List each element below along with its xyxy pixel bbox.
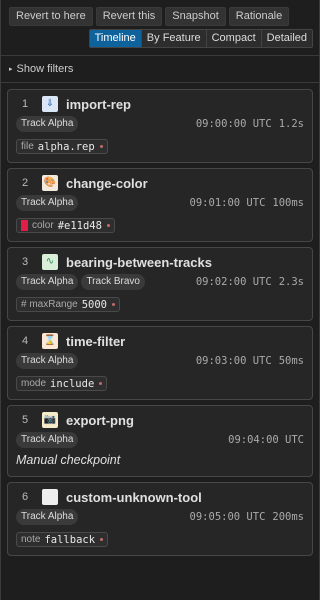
blank-icon bbox=[42, 489, 58, 505]
track-badge[interactable]: Track Alpha bbox=[16, 509, 79, 525]
step-card[interactable]: 5 📷 export-png Track Alpha 09:04:00 UTC … bbox=[7, 405, 313, 477]
step-header: 2 🎨 change-color bbox=[16, 169, 304, 193]
param-key: color bbox=[32, 220, 54, 231]
step-card[interactable]: 6 custom-unknown-tool Track Alpha 09:05:… bbox=[7, 482, 313, 556]
param-chip[interactable]: # maxRange 5000 bbox=[16, 297, 120, 312]
show-filters-label: Show filters bbox=[16, 63, 74, 75]
track-badge[interactable]: Track Alpha bbox=[16, 274, 79, 290]
param-value: 5000 bbox=[81, 298, 107, 311]
step-header: 4 ⌛ time-filter bbox=[16, 327, 304, 351]
param-key: # maxRange bbox=[21, 299, 78, 310]
step-name: bearing-between-tracks bbox=[66, 254, 212, 270]
download-icon: ⇓ bbox=[42, 96, 58, 112]
step-name: time-filter bbox=[66, 333, 126, 349]
step-name: import-rep bbox=[66, 96, 131, 112]
step-card[interactable]: 4 ⌛ time-filter Track Alpha 09:03:00 UTC… bbox=[7, 326, 313, 400]
param-chip[interactable]: note fallback bbox=[16, 532, 109, 547]
param-key: note bbox=[21, 534, 41, 545]
step-index: 1 bbox=[22, 98, 29, 110]
modified-dot-icon bbox=[112, 303, 115, 306]
param-value: include bbox=[50, 377, 95, 390]
step-header: 6 custom-unknown-tool bbox=[16, 483, 304, 507]
param-value: alpha.rep bbox=[37, 140, 95, 153]
bearing-icon: ∿ bbox=[42, 254, 58, 270]
step-index: 6 bbox=[22, 491, 29, 503]
step-card[interactable]: 2 🎨 change-color Track Alpha 09:01:00 UT… bbox=[7, 168, 313, 242]
step-meta: Track Alpha Track Bravo 09:02:00 UTC 2.3s bbox=[16, 273, 304, 291]
snapshot-button[interactable]: Snapshot bbox=[165, 7, 226, 26]
track-badge[interactable]: Track Alpha bbox=[16, 353, 79, 369]
step-index: 3 bbox=[22, 256, 29, 268]
toolbar: Revert to here Revert this Snapshot Rati… bbox=[0, 0, 320, 26]
step-time: 09:05:00 UTC bbox=[189, 511, 266, 523]
param-key: file bbox=[21, 141, 34, 152]
step-duration: 1.2s bbox=[278, 118, 304, 130]
camera-icon: 📷 bbox=[42, 412, 58, 428]
step-time: 09:04:00 UTC bbox=[228, 434, 304, 446]
param-value: #e11d48 bbox=[57, 219, 102, 232]
modified-dot-icon bbox=[99, 145, 103, 148]
step-duration: 50ms bbox=[278, 355, 304, 367]
step-index: 5 bbox=[22, 414, 29, 426]
track-badge[interactable]: Track Alpha bbox=[16, 116, 79, 132]
modified-dot-icon bbox=[106, 224, 110, 227]
step-duration: 2.3s bbox=[278, 276, 304, 288]
step-time: 09:00:00 UTC bbox=[195, 118, 272, 130]
rationale-button[interactable]: Rationale bbox=[228, 7, 290, 26]
step-meta: Track Alpha 09:03:00 UTC 50ms bbox=[16, 352, 304, 370]
step-name: custom-unknown-tool bbox=[66, 489, 202, 505]
param-row: note fallback bbox=[16, 530, 304, 549]
view-mode-switcher: Timeline By Feature Compact Detailed bbox=[0, 29, 313, 48]
tab-compact[interactable]: Compact bbox=[206, 30, 262, 47]
modified-dot-icon bbox=[99, 382, 103, 385]
param-row: file alpha.rep bbox=[16, 137, 304, 156]
param-row: color #e11d48 bbox=[16, 216, 304, 235]
tab-detailed[interactable]: Detailed bbox=[261, 30, 312, 47]
step-card[interactable]: 1 ⇓ import-rep Track Alpha 09:00:00 UTC 1… bbox=[7, 89, 313, 163]
step-header: 3 ∿ bearing-between-tracks bbox=[16, 248, 304, 272]
step-time: 09:03:00 UTC bbox=[195, 355, 272, 367]
track-badge[interactable]: Track Alpha bbox=[16, 195, 79, 211]
param-key: mode bbox=[21, 378, 47, 389]
param-chip[interactable]: mode include bbox=[16, 376, 108, 391]
modified-dot-icon bbox=[100, 538, 104, 541]
step-time: 09:01:00 UTC bbox=[189, 197, 266, 209]
palette-icon: 🎨 bbox=[42, 175, 58, 191]
param-chip[interactable]: color #e11d48 bbox=[16, 218, 115, 233]
track-badge[interactable]: Track Bravo bbox=[81, 274, 145, 290]
param-value: fallback bbox=[44, 533, 96, 546]
param-row: # maxRange 5000 bbox=[16, 295, 304, 314]
step-header: 1 ⇓ import-rep bbox=[16, 90, 304, 114]
revert-to-here-button[interactable]: Revert to here bbox=[9, 7, 93, 26]
step-meta: Track Alpha 09:01:00 UTC 100ms bbox=[16, 194, 304, 212]
step-meta: Track Alpha 09:00:00 UTC 1.2s bbox=[16, 115, 304, 133]
step-name: change-color bbox=[66, 175, 148, 191]
divider bbox=[0, 82, 320, 83]
hourglass-icon: ⌛ bbox=[42, 333, 58, 349]
step-header: 5 📷 export-png bbox=[16, 406, 304, 430]
caret-right-icon: ▸ bbox=[9, 66, 13, 73]
param-chip[interactable]: file alpha.rep bbox=[16, 139, 108, 154]
step-time: 09:02:00 UTC bbox=[195, 276, 272, 288]
step-index: 2 bbox=[22, 177, 29, 189]
color-swatch bbox=[21, 220, 28, 231]
show-filters-toggle[interactable]: ▸ Show filters bbox=[0, 56, 320, 77]
step-list: 1 ⇓ import-rep Track Alpha 09:00:00 UTC 1… bbox=[7, 89, 313, 561]
step-name: export-png bbox=[66, 412, 134, 428]
step-meta: Track Alpha 09:04:00 UTC bbox=[16, 431, 304, 449]
step-note: Manual checkpoint bbox=[16, 453, 121, 467]
step-duration: 100ms bbox=[272, 197, 304, 209]
step-card[interactable]: 3 ∿ bearing-between-tracks Track Alpha Tr… bbox=[7, 247, 313, 321]
tab-timeline[interactable]: Timeline bbox=[89, 30, 142, 47]
tab-by-feature[interactable]: By Feature bbox=[141, 30, 207, 47]
param-row: mode include bbox=[16, 374, 304, 393]
step-meta: Track Alpha 09:05:00 UTC 200ms bbox=[16, 508, 304, 526]
track-badge[interactable]: Track Alpha bbox=[16, 432, 79, 448]
view-mode-group: Timeline By Feature Compact Detailed bbox=[88, 29, 313, 48]
step-duration: 200ms bbox=[272, 511, 304, 523]
revert-this-button[interactable]: Revert this bbox=[95, 7, 163, 26]
step-index: 4 bbox=[22, 335, 29, 347]
